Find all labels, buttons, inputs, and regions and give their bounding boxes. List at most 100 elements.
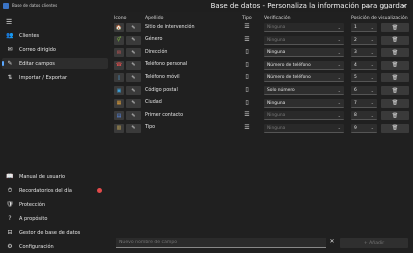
- delete-button[interactable]: 🗑: [381, 23, 409, 32]
- table-row: ▤ ✎ Primer contacto ☰ Ninguna ⌄ 8 ⌄ 🗑: [110, 110, 413, 121]
- delete-button[interactable]: 🗑: [381, 111, 409, 121]
- verification-select[interactable]: Ninguna ⌄: [264, 48, 344, 58]
- chevron-down-icon: ⌄: [370, 49, 374, 55]
- position-select[interactable]: 2 ⌄: [351, 35, 377, 45]
- verification-value: Solo número: [267, 88, 295, 93]
- edit-icon[interactable]: ✎: [126, 111, 141, 121]
- edit-icon[interactable]: ✎: [126, 123, 141, 133]
- chevron-down-icon: ⌄: [337, 125, 341, 131]
- table-row: 🏠 ✎ Sitio de intervención ☰ Ninguna ⌄ 1 ⌄ 🗑: [110, 22, 413, 33]
- sidebar-item-label: Clientes: [19, 32, 40, 39]
- trash-icon: 🗑: [391, 74, 399, 81]
- people-icon: 👥: [6, 32, 14, 39]
- edit-icon[interactable]: ✎: [126, 48, 141, 58]
- verification-select: Ninguna ⌄: [264, 35, 344, 45]
- sidebar-item-gestor-de-base-de-datos[interactable]: ⊟ Gestor de base de datos: [2, 227, 108, 238]
- sidebar-item-label: Gestor de base de datos: [19, 229, 81, 236]
- sidebar-item-label: Editar campos: [19, 60, 55, 67]
- verification-value: Ninguna: [267, 50, 286, 56]
- clock-icon: ⏱: [7, 186, 13, 194]
- field-name: Código postal: [145, 87, 178, 93]
- verification-select[interactable]: Ninguna ⌄: [264, 98, 344, 108]
- chevron-down-icon: ⌄: [370, 37, 374, 43]
- add-field-button[interactable]: + Añadir: [340, 238, 408, 248]
- position-value: 7: [354, 100, 357, 106]
- text-icon: ☰: [244, 23, 250, 30]
- delete-button[interactable]: 🗑: [381, 60, 409, 70]
- position-value: 3: [354, 50, 357, 56]
- sidebar-item-a-prop-sito[interactable]: ? A propósito: [2, 213, 108, 224]
- clear-icon[interactable]: ✕: [328, 238, 336, 248]
- delete-button[interactable]: 🗑: [381, 73, 409, 83]
- edit-icon: ✎: [7, 60, 13, 67]
- mobile-icon[interactable]: ▯: [114, 73, 124, 83]
- delete-button[interactable]: 🗑: [381, 86, 409, 95]
- position-select[interactable]: 8 ⌄: [351, 111, 377, 121]
- delete-button[interactable]: 🗑: [381, 48, 409, 58]
- verification-select[interactable]: Solo número ⌄: [264, 86, 344, 95]
- edit-icon[interactable]: ✎: [126, 73, 141, 83]
- position-select[interactable]: 1 ⌄: [351, 23, 377, 32]
- book-icon: 📖: [6, 173, 14, 180]
- verification-select: Ninguna ⌄: [264, 111, 344, 121]
- edit-icon[interactable]: ✎: [126, 98, 141, 108]
- sidebar-item-configuraci-n[interactable]: ⚙ Configuración: [2, 241, 108, 252]
- table-row: ▦ ✎ Ciudad ▯ Ninguna ⌄ 7 ⌄ 🗑: [110, 98, 413, 109]
- sidebar-item-label: Configuración: [19, 243, 54, 250]
- postal-icon[interactable]: ▣: [114, 86, 124, 95]
- gear-icon: ⚙: [7, 243, 13, 250]
- position-value: 4: [354, 62, 357, 68]
- chevron-down-icon: ⌄: [337, 112, 341, 118]
- clipboard-icon[interactable]: ▥: [114, 123, 124, 133]
- sidebar-item-editar-campos[interactable]: ✎ Editar campos: [2, 58, 108, 69]
- document-icon: ▯: [245, 73, 249, 81]
- city-icon[interactable]: ▦: [114, 98, 124, 108]
- chevron-down-icon: ⌄: [337, 100, 341, 106]
- trash-icon: 🗑: [391, 100, 399, 107]
- document-icon: ▯: [245, 98, 249, 106]
- edit-icon[interactable]: ✎: [126, 23, 141, 32]
- delete-button[interactable]: 🗑: [381, 35, 409, 45]
- position-value: 6: [354, 88, 357, 93]
- position-select[interactable]: 6 ⌄: [351, 86, 377, 95]
- edit-icon[interactable]: ✎: [126, 86, 141, 95]
- gender-icon[interactable]: ⚥: [114, 35, 124, 45]
- position-select[interactable]: 7 ⌄: [351, 98, 377, 108]
- verification-select: Ninguna ⌄: [264, 123, 344, 133]
- verification-select[interactable]: Número de teléfono ⌄: [264, 60, 344, 70]
- calendar-icon[interactable]: ▤: [114, 111, 124, 121]
- delete-button[interactable]: 🗑: [381, 123, 409, 133]
- header-position: Posición de visualización: [351, 16, 408, 21]
- home-icon[interactable]: 🏠: [114, 23, 124, 32]
- sidebar-item-label: Importar / Exportar: [19, 74, 68, 81]
- edit-icon[interactable]: ✎: [126, 60, 141, 70]
- new-field-input[interactable]: [116, 238, 326, 248]
- verification-select[interactable]: Número de teléfono ⌄: [264, 73, 344, 83]
- edit-icon[interactable]: ✎: [126, 35, 141, 45]
- position-select[interactable]: 9 ⌄: [351, 123, 377, 133]
- hamburger-icon[interactable]: ☰: [6, 18, 12, 26]
- sidebar-item-clientes[interactable]: 👥 Clientes: [2, 30, 108, 41]
- chevron-down-icon: ⌄: [370, 112, 374, 118]
- position-value: 5: [354, 75, 357, 81]
- chevron-down-icon: ⌄: [337, 62, 341, 68]
- delete-button[interactable]: 🗑: [381, 98, 409, 108]
- info-icon: ?: [8, 215, 12, 222]
- sidebar-item-recordatorios-del-d-a[interactable]: ⏱ Recordatorios del día: [2, 185, 108, 196]
- verification-value: Número de teléfono: [267, 62, 311, 68]
- field-name: Tipo: [145, 125, 156, 131]
- verification-value: Ninguna: [267, 37, 286, 43]
- address-icon[interactable]: ✉: [114, 48, 124, 58]
- field-name: Teléfono móvil: [145, 74, 180, 80]
- sidebar-item-manual-de-usuario[interactable]: 📖 Manual de usuario: [2, 171, 108, 182]
- position-select[interactable]: 5 ⌄: [351, 73, 377, 83]
- chevron-down-icon: ⌄: [337, 87, 341, 93]
- sidebar-item-importar-exportar[interactable]: ⇅ Importar / Exportar: [2, 72, 108, 83]
- chevron-down-icon: ⌄: [370, 87, 374, 93]
- phone-icon[interactable]: ☎: [114, 60, 124, 70]
- position-select[interactable]: 4 ⌄: [351, 60, 377, 70]
- sidebar-item-protecci-n[interactable]: 🛡 Protección: [2, 199, 108, 210]
- trash-icon: 🗑: [391, 125, 399, 132]
- sidebar-item-correo-dirigido[interactable]: ✉ Correo dirigido: [2, 44, 108, 55]
- position-select[interactable]: 3 ⌄: [351, 48, 377, 58]
